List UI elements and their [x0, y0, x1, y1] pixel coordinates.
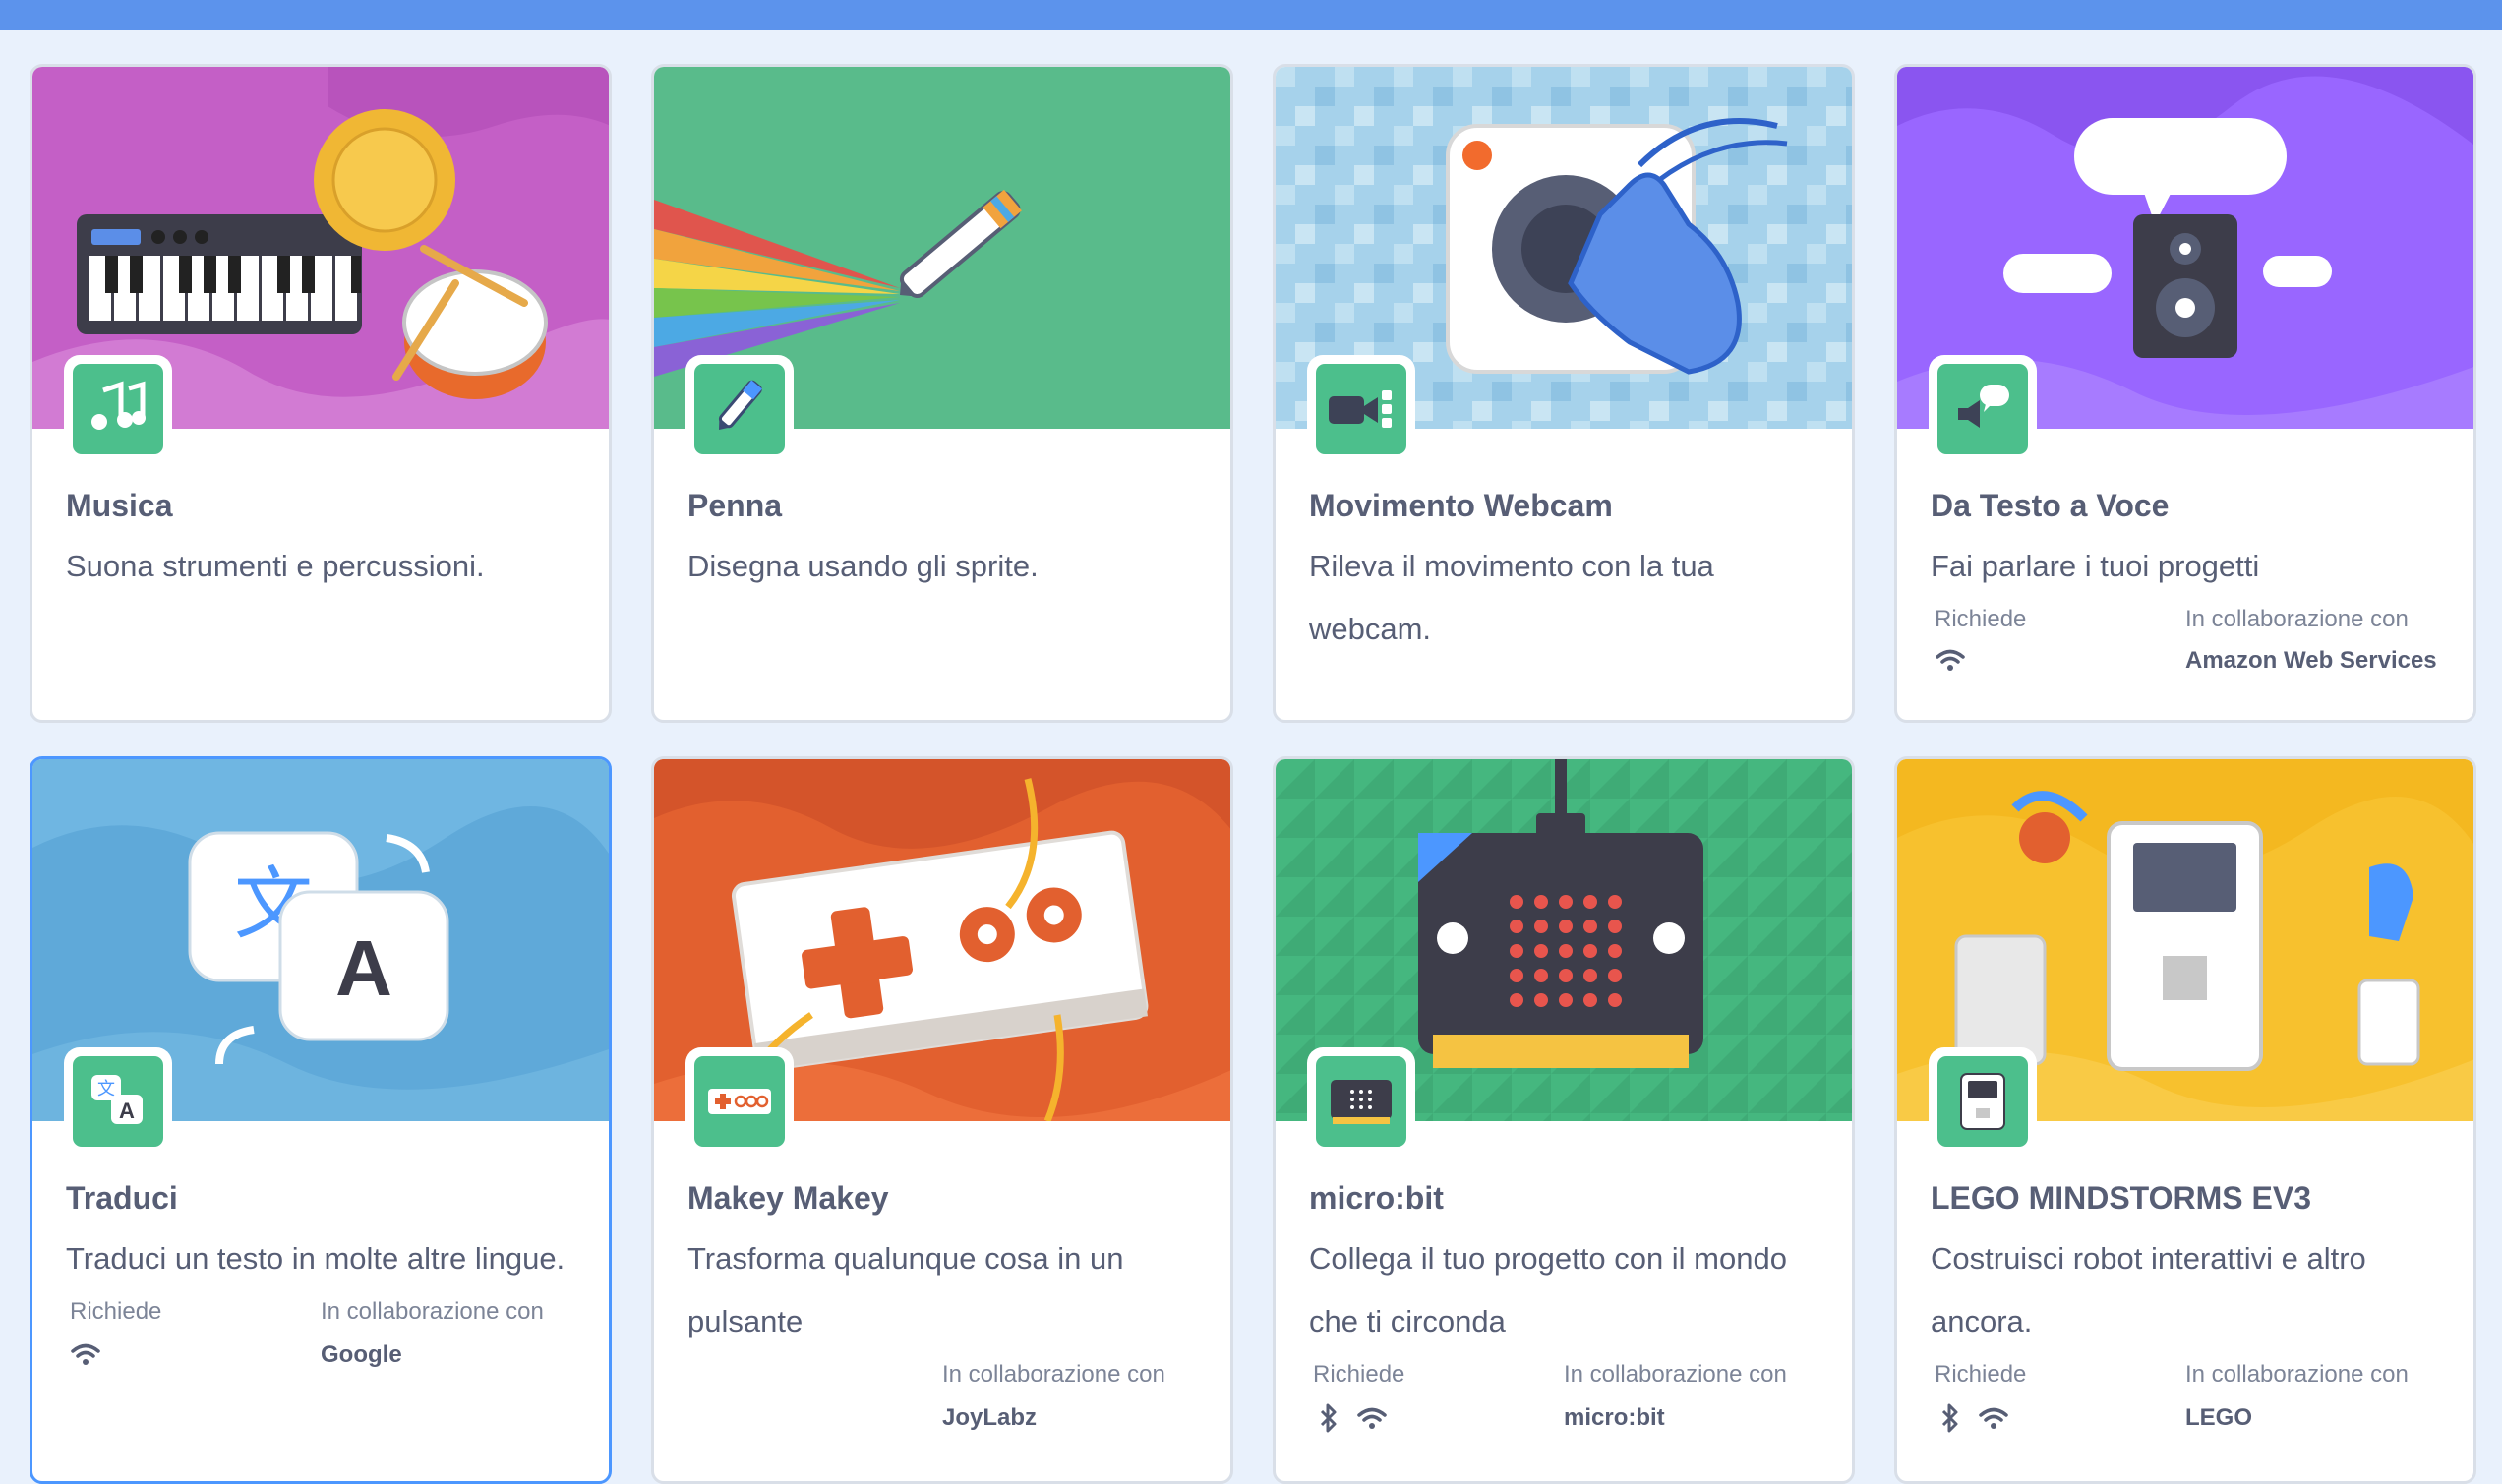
extension-title: Makey Makey — [687, 1180, 889, 1216]
collaboration-label: In collaborazione con — [2185, 606, 2409, 632]
extension-description: Disegna usando gli sprite. — [687, 549, 1039, 583]
extension-title: Traduci — [66, 1180, 178, 1216]
svg-text:文: 文 — [97, 1079, 115, 1099]
video-sensing-badge — [1307, 355, 1415, 463]
extension-title: Penna — [687, 488, 783, 523]
svg-text:A: A — [335, 924, 392, 1012]
extension-title: Da Testo a Voce — [1931, 488, 2170, 523]
requirements — [1935, 647, 1966, 673]
extension-card-text-to-speech[interactable]: Da Testo a Voce Fai parlare i tuoi proge… — [1894, 64, 2476, 723]
music-notes-icon — [91, 381, 146, 430]
microbit-badge — [1307, 1047, 1415, 1156]
collaborator-name: JoyLabz — [942, 1404, 1038, 1431]
extension-title: micro:bit — [1309, 1180, 1444, 1216]
extension-card-microbit[interactable]: micro:bit Collega il tuo progetto con il… — [1273, 756, 1855, 1484]
ev3-brick-icon — [1960, 1073, 2005, 1130]
requirements — [1319, 1402, 1388, 1434]
extension-description: Costruisci robot interattivi e altro anc… — [1931, 1241, 2366, 1338]
extension-description: Fai parlare i tuoi progetti — [1931, 549, 2260, 583]
requires-label: Richiede — [1313, 1361, 1405, 1388]
requires-label: Richiede — [70, 1298, 162, 1325]
extension-card-pen[interactable]: Penna Disegna usando gli sprite. — [651, 64, 1233, 723]
bluetooth-icon — [1941, 1403, 1958, 1433]
bluetooth-icon — [1320, 1403, 1337, 1433]
collaborator-name: Amazon Web Services — [2185, 647, 2437, 674]
collaborator-name: LEGO — [2185, 1404, 2253, 1431]
wifi-icon — [1936, 649, 1965, 671]
top-menu-bar — [0, 0, 2502, 30]
pen-badge — [685, 355, 794, 463]
translate-icon: 文 A — [91, 1075, 143, 1124]
wifi-icon — [71, 1343, 100, 1365]
makey-makey-icon — [708, 1089, 771, 1114]
requirements — [70, 1341, 101, 1367]
requires-label: Richiede — [1935, 1361, 2027, 1388]
extension-description: Suona strumenti e percussioni. — [66, 549, 485, 583]
ev3-badge — [1929, 1047, 2037, 1156]
extension-title: Musica — [66, 488, 173, 523]
speech-icon — [1958, 385, 2009, 428]
extension-title: Movimento Webcam — [1309, 488, 1613, 523]
wifi-icon — [1979, 1407, 2008, 1429]
extension-card-music[interactable]: Musica Suona strumenti e percussioni. — [30, 64, 612, 723]
extension-description: Collega il tuo progetto con il mondo che… — [1309, 1241, 1787, 1338]
collaboration-label: In collaborazione con — [321, 1298, 544, 1325]
extension-card-translate[interactable]: 文 A 文 A Traduci Traduci un testo in molt… — [30, 756, 612, 1484]
collaboration-label: In collaborazione con — [1564, 1361, 1787, 1388]
translate-badge: 文 A — [64, 1047, 172, 1156]
extension-card-ev3[interactable]: LEGO MINDSTORMS EV3 Costruisci robot int… — [1894, 756, 2476, 1484]
collaborator-name: Google — [321, 1341, 402, 1368]
collaboration-label: In collaborazione con — [942, 1361, 1165, 1388]
extension-description: Rileva il movimento con la tua webcam. — [1309, 549, 1714, 646]
video-camera-icon — [1329, 390, 1392, 428]
wifi-icon — [1357, 1407, 1387, 1429]
svg-text:A: A — [119, 1098, 135, 1123]
extension-card-video-sensing[interactable]: Movimento Webcam Rileva il movimento con… — [1273, 64, 1855, 723]
microbit-icon — [1331, 1080, 1392, 1124]
extension-description: Trasforma qualunque cosa in un pulsante — [687, 1241, 1124, 1338]
collaboration-label: In collaborazione con — [2185, 1361, 2409, 1388]
music-badge — [64, 355, 172, 463]
pen-icon — [718, 380, 762, 430]
makey-makey-badge — [685, 1047, 794, 1156]
extension-description: Traduci un testo in molte altre lingue. — [66, 1241, 566, 1276]
collaborator-name: micro:bit — [1564, 1404, 1665, 1431]
requirements — [1940, 1402, 2009, 1434]
extension-card-makey-makey[interactable]: Makey Makey Trasforma qualunque cosa in … — [651, 756, 1233, 1484]
requires-label: Richiede — [1935, 606, 2027, 632]
text-to-speech-badge — [1929, 355, 2037, 463]
extension-title: LEGO MINDSTORMS EV3 — [1931, 1180, 2312, 1216]
